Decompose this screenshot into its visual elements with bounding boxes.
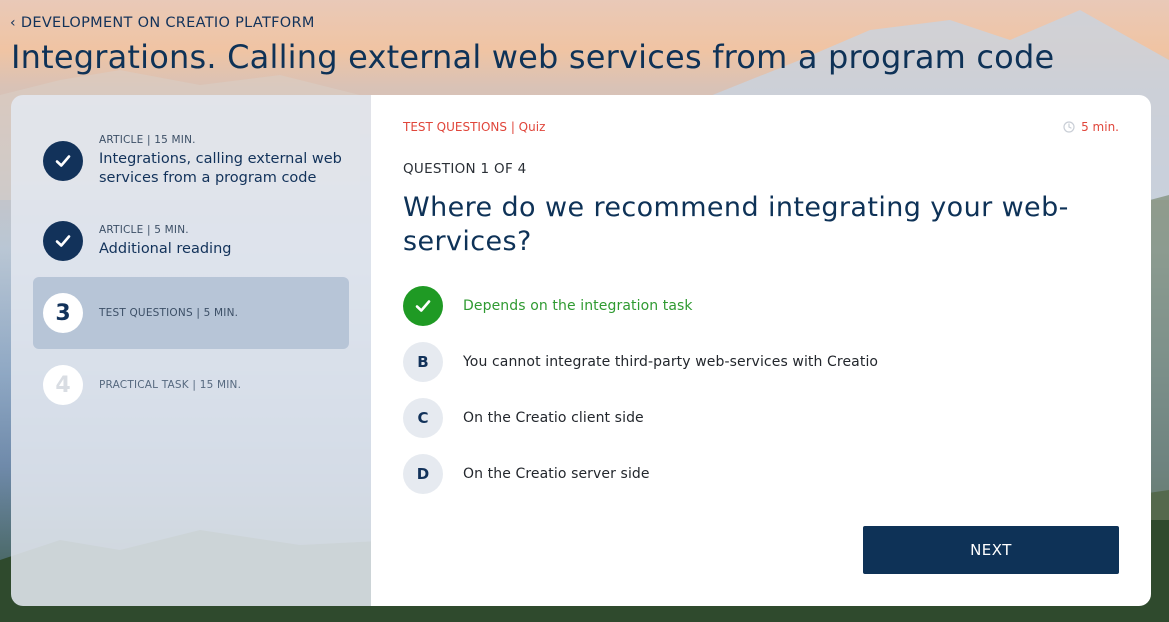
step-practical-task[interactable]: 4 PRACTICAL TASK | 15 MIN. — [33, 349, 349, 421]
step-number-badge: 4 — [43, 365, 83, 405]
page-title: Integrations. Calling external web servi… — [11, 38, 1055, 76]
answer-option-d[interactable]: D On the Creatio server side — [403, 454, 650, 494]
answer-option-c[interactable]: C On the Creatio client side — [403, 398, 644, 438]
checkmark-icon — [415, 300, 431, 312]
step-name: Integrations, calling external web servi… — [99, 151, 342, 186]
answer-letter: C — [403, 398, 443, 438]
answer-correct-mark — [403, 286, 443, 326]
step-number-badge: 3 — [43, 293, 83, 333]
timer-label: 5 min. — [1081, 120, 1119, 134]
step-meta: TEST QUESTIONS | 5 MIN. — [99, 307, 239, 319]
step-meta: PRACTICAL TASK | 15 MIN. — [99, 379, 242, 391]
checkmark-icon — [55, 235, 71, 247]
answer-option-b[interactable]: B You cannot integrate third-party web-s… — [403, 342, 878, 382]
quiz-panel: TEST QUESTIONS | Quiz 5 min. QUESTION 1 … — [371, 95, 1151, 606]
next-button[interactable]: NEXT — [863, 526, 1119, 574]
question-text: Where do we recommend integrating your w… — [403, 192, 1069, 257]
answer-label: On the Creatio server side — [463, 466, 650, 482]
answer-label: Depends on the integration task — [463, 298, 693, 314]
step-test-questions[interactable]: 3 TEST QUESTIONS | 5 MIN. — [33, 277, 349, 349]
step-article-integrations[interactable]: ARTICLE | 15 MIN. Integrations, calling … — [33, 125, 349, 197]
answer-label: On the Creatio client side — [463, 410, 644, 426]
step-additional-reading[interactable]: ARTICLE | 5 MIN. Additional reading — [33, 205, 349, 277]
breadcrumb-label: DEVELOPMENT ON CREATIO PLATFORM — [20, 15, 315, 31]
answer-letter: D — [403, 454, 443, 494]
question-counter: QUESTION 1 OF 4 — [403, 161, 527, 177]
step-name: Additional reading — [99, 240, 232, 257]
step-meta: ARTICLE | 15 MIN. — [99, 134, 196, 146]
checkmark-icon — [55, 155, 71, 167]
answer-letter: B — [403, 342, 443, 382]
quiz-tag: TEST QUESTIONS | Quiz — [403, 120, 546, 134]
timer: 5 min. — [1063, 120, 1119, 134]
step-meta: ARTICLE | 5 MIN. — [99, 223, 189, 236]
clock-icon — [1063, 121, 1075, 133]
answer-label: You cannot integrate third-party web-ser… — [463, 354, 879, 370]
lesson-card: ARTICLE | 15 MIN. Integrations, calling … — [11, 95, 1151, 606]
answer-option-a[interactable]: Depends on the integration task — [403, 286, 693, 326]
lesson-steps-sidebar: ARTICLE | 15 MIN. Integrations, calling … — [11, 95, 371, 606]
breadcrumb[interactable]: ‹ DEVELOPMENT ON CREATIO PLATFORM — [10, 15, 315, 31]
step-completed-badge — [43, 221, 83, 261]
chevron-left-icon: ‹ — [10, 15, 16, 31]
step-completed-badge — [43, 141, 83, 181]
